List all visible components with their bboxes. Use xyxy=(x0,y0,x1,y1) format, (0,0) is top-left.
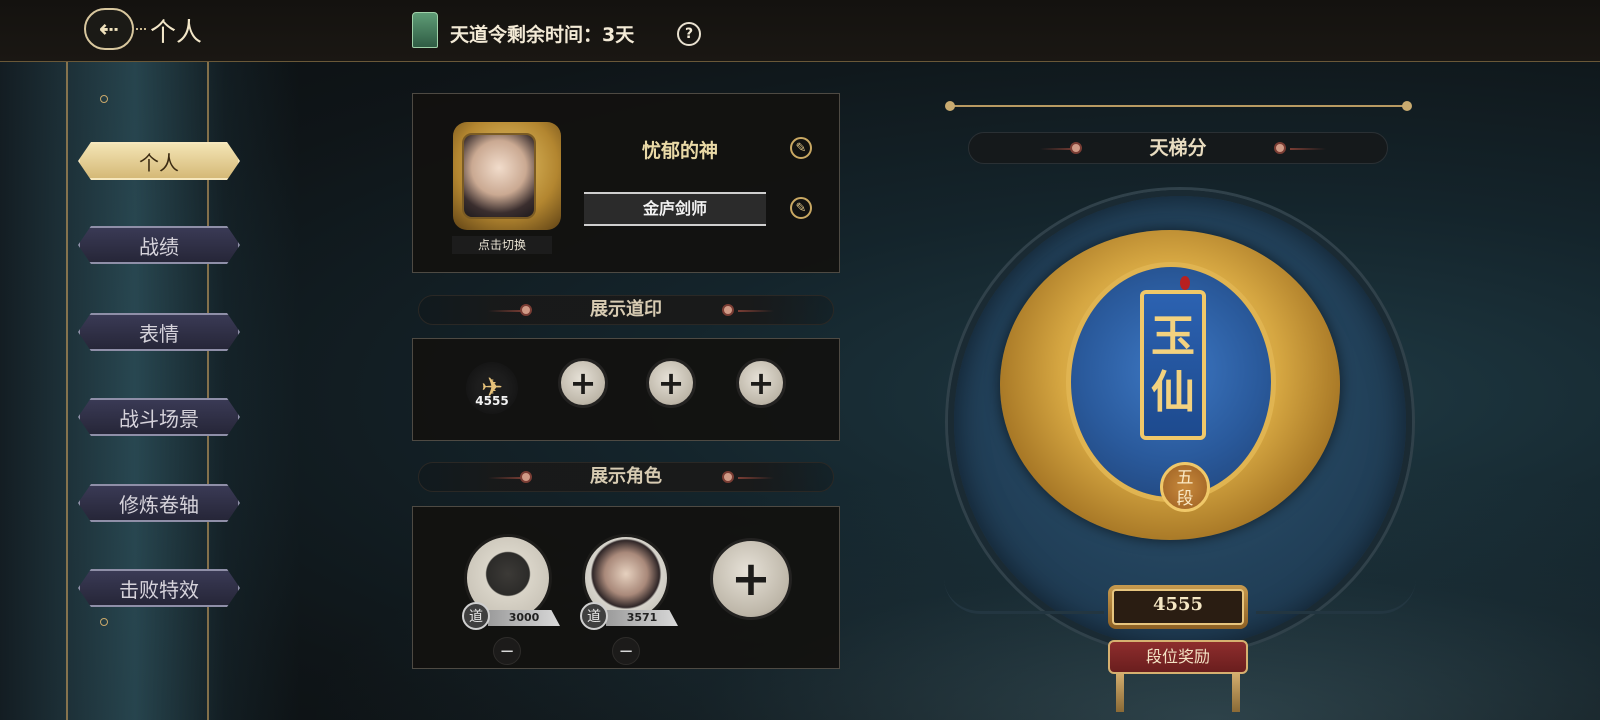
flower-ornament-icon xyxy=(722,471,734,483)
remove-role-button[interactable]: − xyxy=(612,637,640,665)
top-header: ⇠ 个人 天道令剩余时间：3天 ? xyxy=(0,0,1600,62)
add-seal-button[interactable]: + xyxy=(736,358,786,408)
disc-wing-left xyxy=(944,578,1104,614)
remove-role-button[interactable]: − xyxy=(493,637,521,665)
page-title: 个人 xyxy=(150,18,203,48)
back-button[interactable]: ⇠ xyxy=(84,8,134,50)
sidebar-item-scroll[interactable]: 修炼卷轴 xyxy=(78,484,240,522)
back-arrow-icon: ⇠ xyxy=(98,15,120,43)
rail-ornament xyxy=(100,618,108,626)
avatar[interactable] xyxy=(462,133,536,219)
flower-ornament-icon xyxy=(520,471,532,483)
sidebar-item-defeat-effect[interactable]: 击败特效 xyxy=(78,569,240,607)
role-score-tag: 3000 xyxy=(488,610,560,626)
rank-tier-badge: 五 段 xyxy=(1160,462,1210,512)
ornament-wing xyxy=(488,310,524,312)
disc-wing-right xyxy=(1256,578,1416,614)
flower-ornament-icon xyxy=(1070,142,1082,154)
rail-ornament xyxy=(100,95,108,103)
tier-unit: 段 xyxy=(1176,489,1194,509)
reward-post xyxy=(1116,672,1124,712)
edit-name-icon[interactable]: ✎ xyxy=(790,137,812,159)
ornament-wing xyxy=(738,310,774,312)
ladder-title: 天梯分 xyxy=(1149,137,1207,159)
sidebar-rail-left xyxy=(66,62,68,720)
add-seal-button[interactable]: + xyxy=(646,358,696,408)
top-divider-line xyxy=(950,105,1408,107)
sidebar-item-battle-scene[interactable]: 战斗场景 xyxy=(78,398,240,436)
role-badge: 道 xyxy=(580,602,608,630)
tier-number: 五 xyxy=(1176,468,1194,488)
token-icon xyxy=(412,12,438,48)
rank-name-plaque: 玉 仙 xyxy=(1140,290,1206,440)
rank-glyph: 玉 xyxy=(1151,311,1195,362)
divider-dot xyxy=(945,101,955,111)
avatar-switch-caption[interactable]: 点击切换 xyxy=(452,236,552,254)
player-name: 忧郁的神 xyxy=(641,140,718,162)
player-title: 金庐剑师 xyxy=(584,192,766,226)
medal-jewel xyxy=(1180,276,1190,290)
seal-score: 4555 xyxy=(475,394,509,408)
help-icon[interactable]: ? xyxy=(677,22,701,46)
rank-glyph: 仙 xyxy=(1151,367,1195,418)
ornament-wing xyxy=(1290,148,1326,150)
reward-post xyxy=(1232,672,1240,712)
sidebar-item-record[interactable]: 战绩 xyxy=(78,226,240,264)
token-remaining-time: 天道令剩余时间：3天 xyxy=(450,24,635,46)
sidebar-item-emote[interactable]: 表情 xyxy=(78,313,240,351)
role-section-title: 展示角色 xyxy=(590,466,662,487)
ornament-wing xyxy=(488,477,524,479)
role-score-tag: 3571 xyxy=(606,610,678,626)
role-badge: 道 xyxy=(462,602,490,630)
flower-ornament-icon xyxy=(1274,142,1286,154)
sidebar-item-personal[interactable]: 个人 xyxy=(78,142,240,180)
divider-dot xyxy=(1402,101,1412,111)
ladder-score-box: 4555 xyxy=(1108,585,1248,629)
ornament-wing xyxy=(738,477,774,479)
add-seal-button[interactable]: + xyxy=(558,358,608,408)
edit-title-icon[interactable]: ✎ xyxy=(790,197,812,219)
back-divider xyxy=(132,28,146,30)
flower-ornament-icon xyxy=(722,304,734,316)
flower-ornament-icon xyxy=(520,304,532,316)
seal-section-title: 展示道印 xyxy=(590,299,662,320)
rank-reward-button[interactable]: 段位奖励 xyxy=(1108,640,1248,674)
ladder-score: 4555 xyxy=(1112,589,1244,625)
add-role-button[interactable]: + xyxy=(710,538,792,620)
